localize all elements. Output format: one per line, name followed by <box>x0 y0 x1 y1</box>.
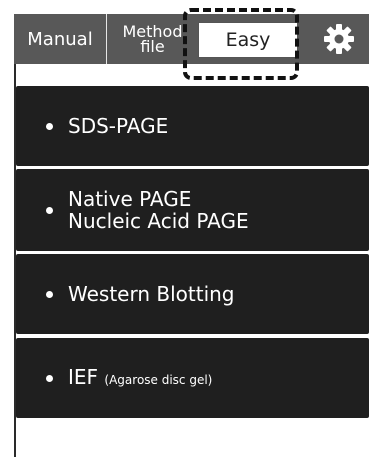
tab-manual[interactable]: Manual <box>14 14 106 64</box>
bullet <box>46 206 53 214</box>
bullet <box>46 290 53 298</box>
tab-easy-label: Easy <box>225 29 271 51</box>
gear-icon <box>323 24 354 54</box>
list-item-label: SDS-PAGE <box>68 115 168 137</box>
list-item-label: Western Blotting <box>68 283 235 305</box>
tab-bar: Manual Method file Easy <box>14 14 369 64</box>
list-item-native-page[interactable]: Native PAGE Nucleic Acid PAGE <box>16 169 369 251</box>
tab-manual-label: Manual <box>27 28 93 50</box>
list-item-label: Native PAGE Nucleic Acid PAGE <box>68 188 249 232</box>
list-item-label: IEF (Agarose disc gel) <box>68 366 212 391</box>
list-item-line1: Western Blotting <box>68 282 235 306</box>
list-item-sub: (Agarose disc gel) <box>104 372 213 387</box>
list-item-line1: Native PAGE <box>68 187 192 211</box>
list-item-sds-page[interactable]: SDS-PAGE <box>16 86 369 166</box>
list-item-line1: SDS-PAGE <box>68 114 169 138</box>
list-item-ief[interactable]: IEF (Agarose disc gel) <box>16 338 369 418</box>
tab-method-label-line2: file <box>140 37 165 56</box>
bullet <box>46 374 53 382</box>
list-item-western-blotting[interactable]: Western Blotting <box>16 254 369 334</box>
list-item-line1: IEF <box>68 364 99 389</box>
bullet <box>46 122 53 130</box>
tab-easy[interactable]: Easy <box>198 22 298 58</box>
settings-button[interactable] <box>308 14 369 64</box>
list-item-line2: Nucleic Acid PAGE <box>68 209 249 233</box>
tab-method-file[interactable]: Method file <box>106 14 198 64</box>
